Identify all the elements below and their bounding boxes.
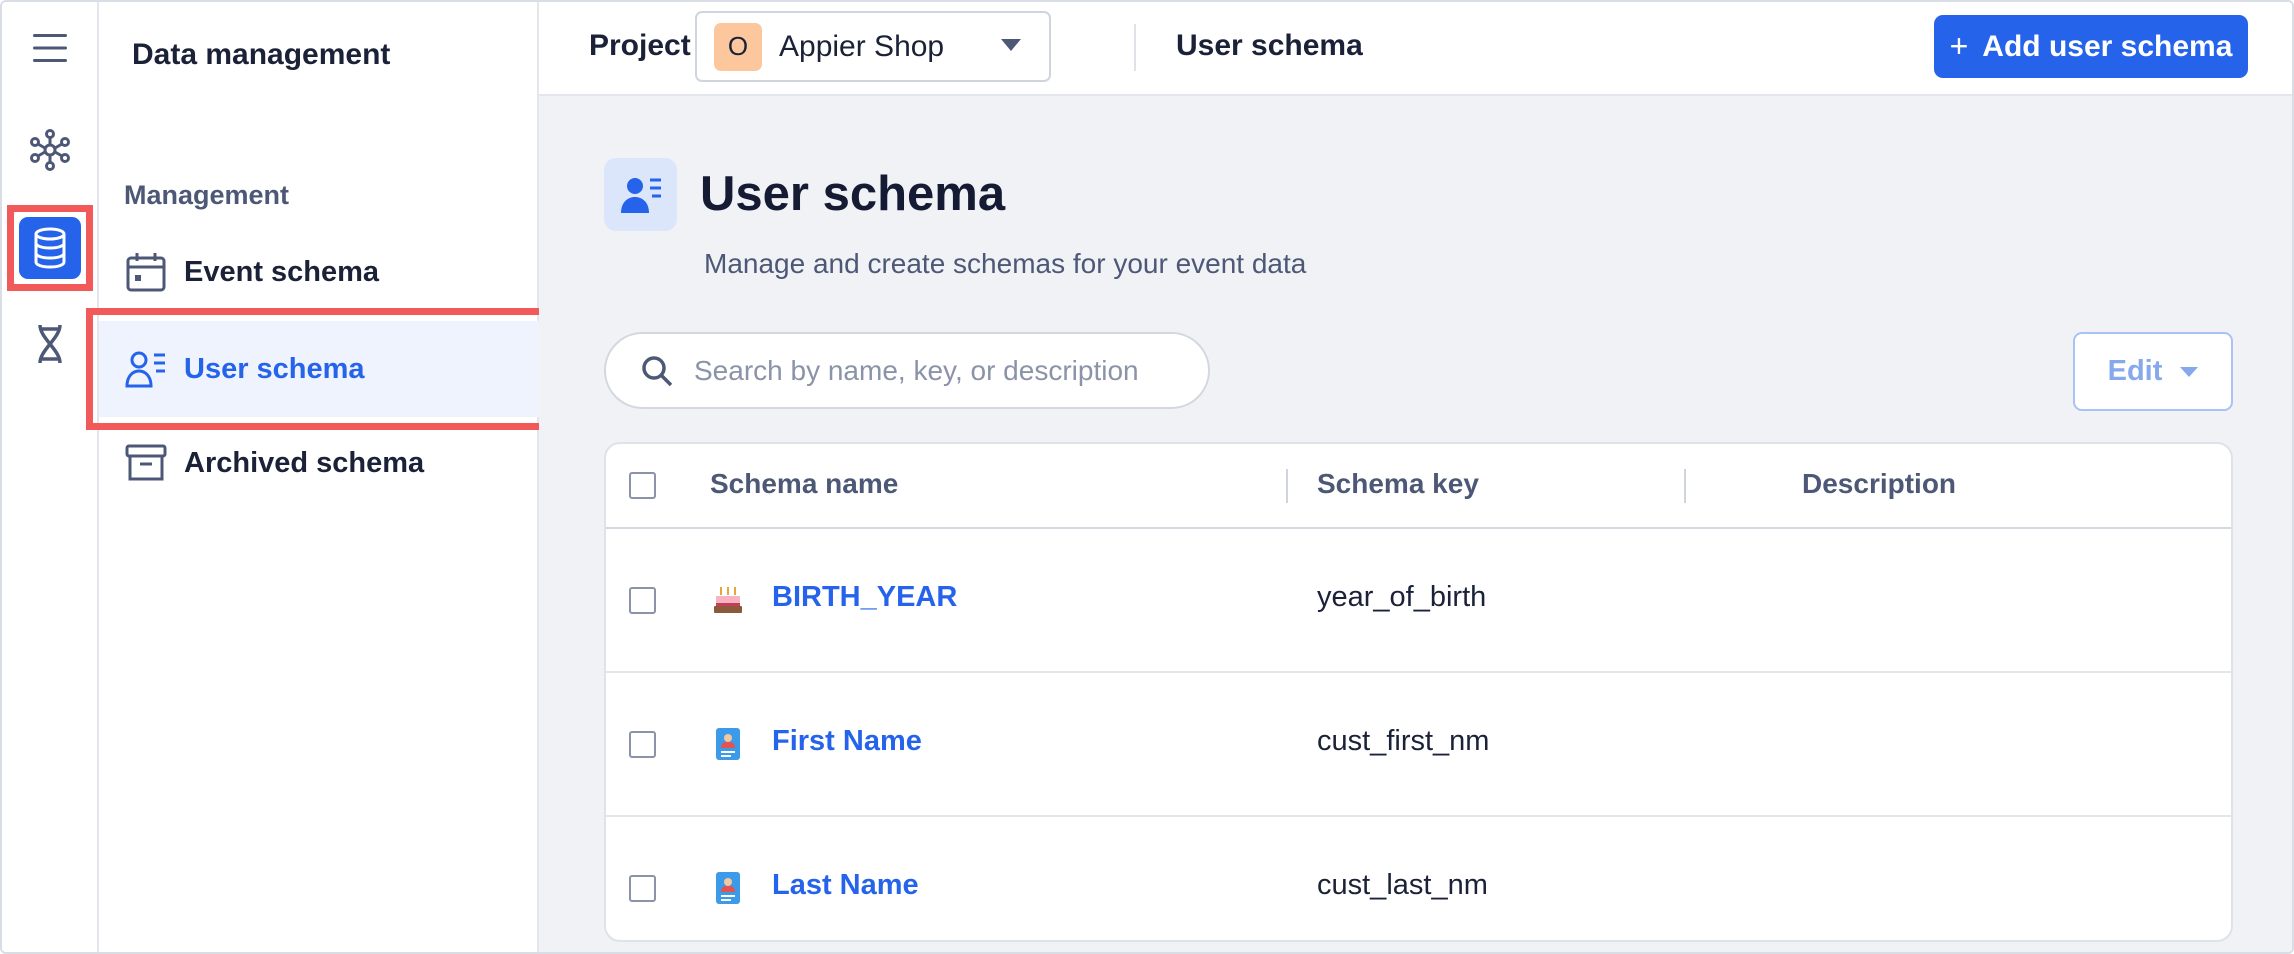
icon-rail (2, 2, 99, 952)
schema-key: year_of_birth (1317, 581, 1487, 613)
schema-name-link[interactable]: First Name (772, 725, 922, 758)
birthday-cake-icon (712, 581, 744, 619)
user-schema-icon (604, 158, 677, 231)
header-divider (1134, 24, 1136, 71)
schema-table: Schema name Schema key Description BIRTH… (604, 442, 2233, 942)
search-input[interactable] (694, 354, 1174, 387)
database-icon (19, 217, 81, 279)
nav-label: User schema (184, 352, 365, 385)
search-box[interactable] (604, 332, 1210, 409)
column-header-description: Description (1802, 468, 1957, 499)
top-header: Project O Appier Shop User schema + Add … (539, 2, 2292, 96)
column-header-schema-name: Schema name (710, 468, 899, 499)
section-label-management: Management (124, 180, 290, 210)
page-title: User schema (700, 167, 1006, 221)
search-icon (640, 354, 674, 388)
project-avatar: O (714, 22, 762, 71)
caret-down-icon (2180, 366, 2199, 377)
column-header-schema-key: Schema key (1317, 468, 1479, 499)
table-header: Schema name Schema key Description (606, 444, 2231, 529)
add-button-label: Add user schema (1982, 29, 2233, 63)
select-all-checkbox[interactable] (629, 472, 656, 499)
schema-name-link[interactable]: Last Name (772, 869, 919, 902)
schema-key: cust_last_nm (1317, 869, 1488, 901)
add-user-schema-button[interactable]: + Add user schema (1934, 15, 2248, 78)
breadcrumb: User schema (1176, 29, 1363, 62)
row-checkbox[interactable] (629, 731, 656, 758)
menu-icon[interactable] (20, 18, 80, 78)
chevron-down-icon (1001, 39, 1021, 51)
table-row[interactable]: First Name cust_first_nm (606, 673, 2231, 817)
page-subtitle: Manage and create schemas for your event… (704, 248, 1307, 279)
row-checkbox[interactable] (629, 875, 656, 902)
nav-item-event-schema[interactable]: Event schema (124, 242, 379, 302)
table-row[interactable]: Last Name cust_last_nm (606, 817, 2231, 940)
nav-label: Archived schema (184, 446, 425, 479)
edit-label: Edit (2107, 355, 2163, 387)
nav-label: Event schema (184, 255, 380, 288)
schema-key: cust_first_nm (1317, 725, 1490, 757)
id-card-icon (712, 725, 744, 763)
calendar-icon (124, 250, 168, 294)
network-icon[interactable] (20, 120, 80, 180)
data-management-panel: Data management Management Event schema (86, 2, 552, 952)
nav-item-user-schema[interactable]: User schema (86, 308, 552, 430)
project-select[interactable]: O Appier Shop (695, 11, 1051, 82)
panel-title: Data management (132, 38, 391, 71)
app-window: Data management Management Event schema (0, 0, 2294, 954)
plus-icon: + (1949, 28, 1969, 64)
id-card-icon (712, 869, 744, 907)
nav-item-archived-schema[interactable]: Archived schema (124, 433, 424, 493)
project-name: Appier Shop (779, 29, 945, 63)
column-resizer[interactable] (1684, 469, 1686, 503)
main-content: User schema Manage and create schemas fo… (539, 96, 2292, 952)
project-label: Project (589, 29, 691, 62)
row-checkbox[interactable] (629, 587, 656, 614)
table-row[interactable]: BIRTH_YEAR year_of_birth (606, 529, 2231, 673)
user-list-icon (124, 347, 168, 391)
data-management-nav[interactable] (7, 205, 93, 291)
archive-icon (124, 441, 168, 485)
schema-name-link[interactable]: BIRTH_YEAR (772, 581, 957, 614)
dna-icon[interactable] (20, 314, 80, 374)
column-resizer[interactable] (1286, 469, 1288, 503)
edit-dropdown-button[interactable]: Edit (2073, 332, 2233, 411)
